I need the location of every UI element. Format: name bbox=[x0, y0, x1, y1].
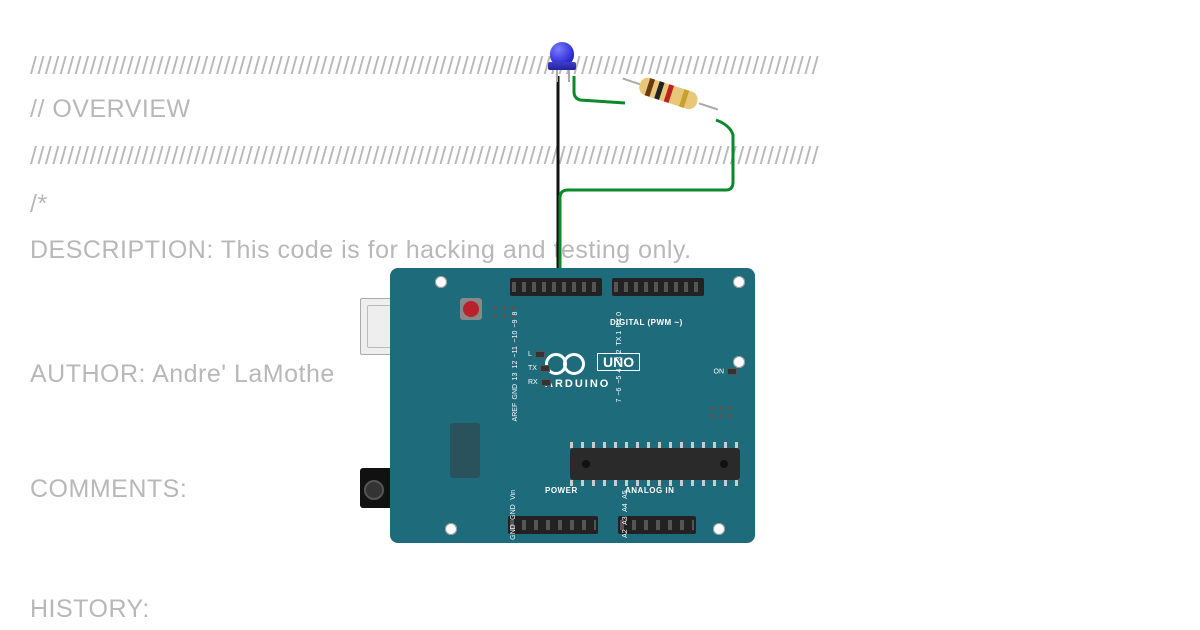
overview-heading: // OVERVIEW bbox=[30, 95, 191, 124]
resistor-lead-right bbox=[699, 102, 719, 110]
mount-hole bbox=[435, 276, 447, 288]
led-bulb bbox=[550, 42, 574, 66]
analog-pin-labels: A0A1A2A3A4A5 bbox=[622, 490, 629, 564]
arduino-uno-board[interactable]: AREFGND1312~11~10~98 7~6~54~32TX 1RX 0 I… bbox=[360, 248, 755, 548]
resistor-band-4 bbox=[679, 89, 689, 108]
author-line: AUTHOR: Andre' LaMothe bbox=[30, 360, 335, 389]
led-base bbox=[548, 62, 576, 70]
comment-divider-bottom: ////////////////////////////////////////… bbox=[30, 142, 819, 171]
infinity-icon bbox=[545, 353, 585, 373]
resistor-band-1 bbox=[645, 78, 655, 97]
arduino-logo bbox=[545, 353, 585, 373]
onboard-led-labels: L TX RX bbox=[528, 348, 551, 390]
digital-header-left[interactable] bbox=[510, 278, 602, 296]
analog-section-label: ANALOG IN bbox=[625, 486, 674, 495]
mount-hole bbox=[733, 276, 745, 288]
mount-hole bbox=[445, 523, 457, 535]
led-component[interactable] bbox=[550, 42, 578, 82]
digital-section-label: DIGITAL (PWM ~) bbox=[610, 318, 683, 327]
block-comment-start: /* bbox=[30, 190, 48, 219]
comment-divider-top: ////////////////////////////////////////… bbox=[30, 52, 819, 81]
led-cathode-lead bbox=[556, 70, 558, 82]
analog-header[interactable] bbox=[618, 516, 696, 534]
mount-hole bbox=[713, 523, 725, 535]
power-header[interactable] bbox=[508, 516, 598, 534]
resistor-band-2 bbox=[654, 81, 664, 100]
led-anode-lead bbox=[568, 70, 570, 82]
power-section-label: POWER bbox=[545, 486, 578, 495]
arduino-brand-text: ARDUINO bbox=[545, 378, 610, 390]
on-led-label: ON bbox=[714, 368, 738, 375]
voltage-regulator bbox=[450, 423, 480, 478]
board-pcb: AREFGND1312~11~10~98 7~6~54~32TX 1RX 0 I… bbox=[390, 268, 755, 543]
icsp-header-2 bbox=[707, 403, 735, 421]
resistor-band-3 bbox=[664, 84, 674, 103]
power-pin-labels: IOREFRESET3.3V5VGNDGNDVin bbox=[510, 490, 517, 626]
chip-legs bbox=[570, 480, 740, 486]
uno-model-label: UNO bbox=[597, 353, 640, 371]
history-heading: HISTORY: bbox=[30, 595, 150, 624]
reset-button[interactable] bbox=[460, 298, 482, 320]
comments-heading: COMMENTS: bbox=[30, 475, 187, 504]
digital-header-right[interactable] bbox=[612, 278, 704, 296]
mount-hole bbox=[733, 356, 745, 368]
digital-pin-labels-left: AREFGND1312~11~10~98 bbox=[512, 312, 519, 421]
atmega-chip bbox=[570, 448, 740, 480]
